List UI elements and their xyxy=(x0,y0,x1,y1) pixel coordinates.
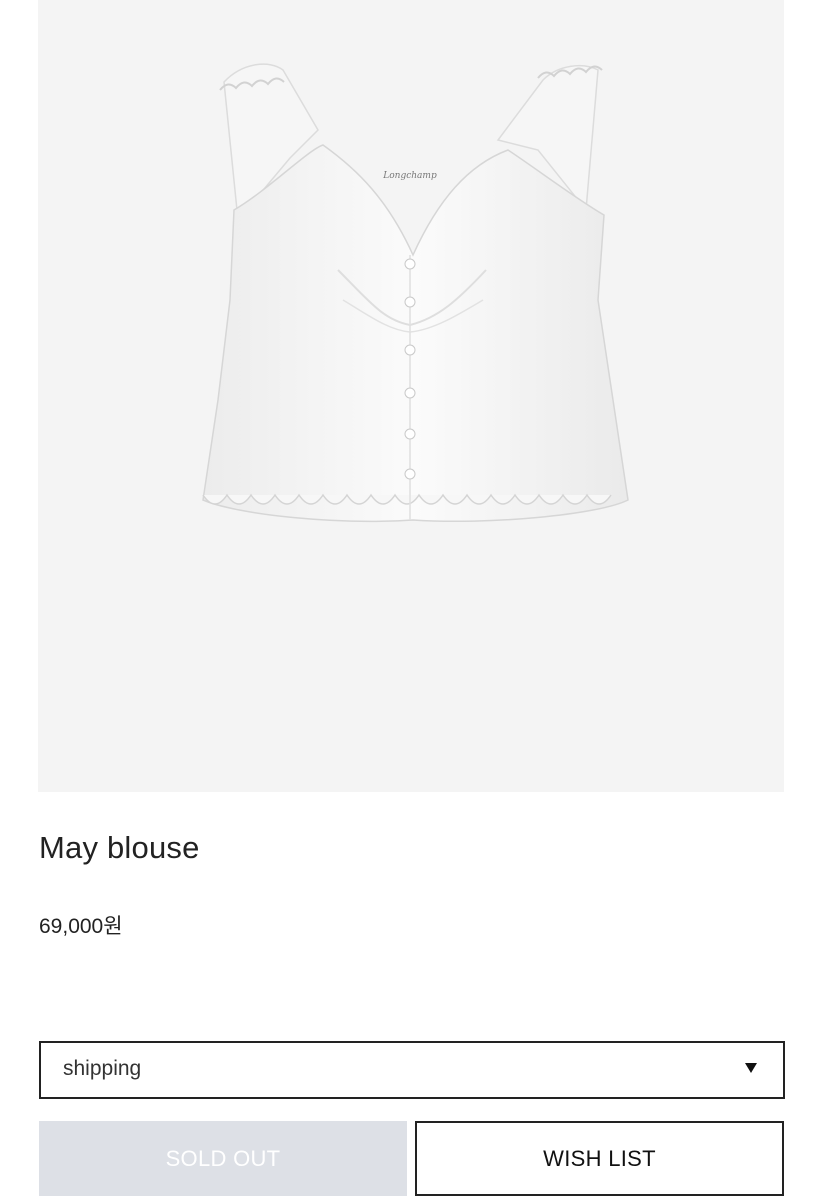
product-title: May blouse xyxy=(39,830,200,865)
wish-list-button[interactable]: WISH LIST xyxy=(415,1121,784,1196)
product-price: 69,000원 xyxy=(39,915,123,938)
blouse-illustration: Longchamp xyxy=(202,63,629,523)
select-value: shipping xyxy=(63,1057,142,1080)
shipping-option-select[interactable]: shipping xyxy=(39,1041,785,1099)
svg-text:Longchamp: Longchamp xyxy=(382,171,437,181)
sold-out-button[interactable]: SOLD OUT xyxy=(39,1121,407,1196)
product-image[interactable]: Longchamp xyxy=(38,0,784,792)
sold-out-label: SOLD OUT xyxy=(165,1145,281,1171)
dropdown-arrow-icon xyxy=(745,1063,757,1073)
wish-list-label: WISH LIST xyxy=(543,1145,656,1171)
